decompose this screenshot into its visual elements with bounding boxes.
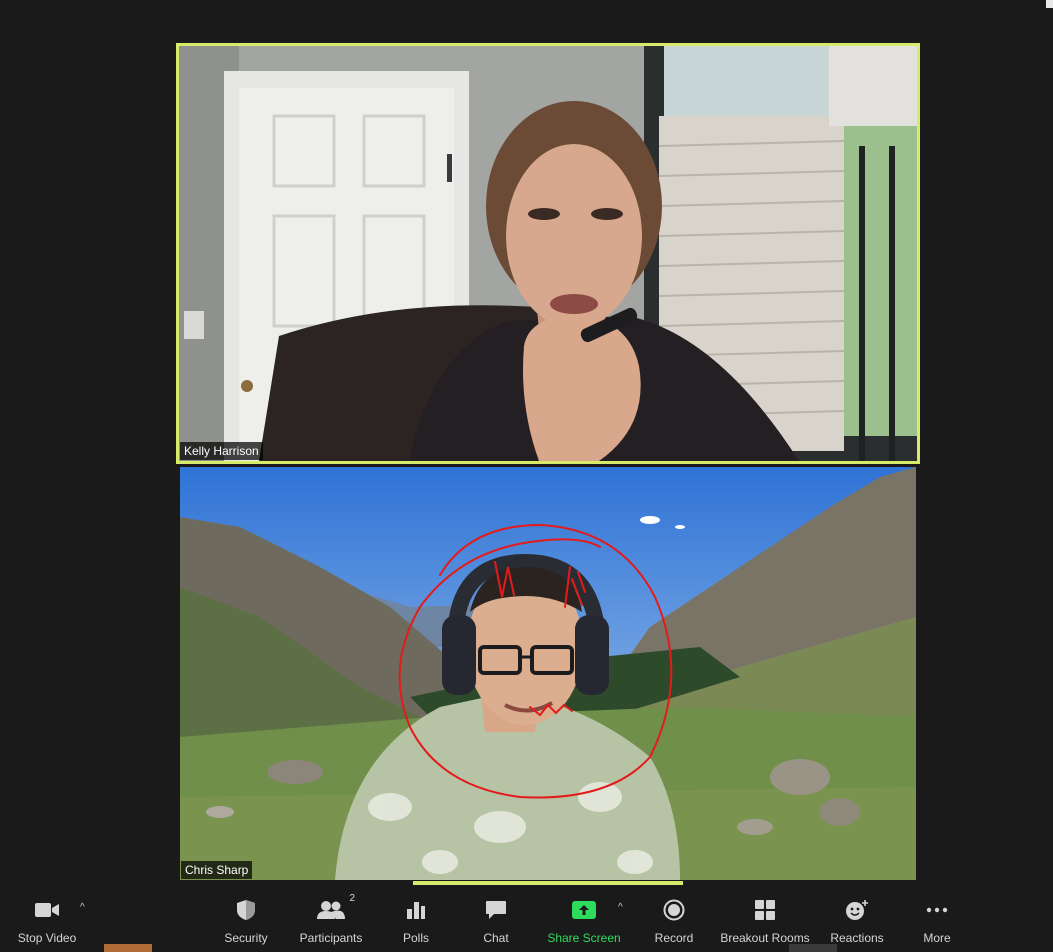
- breakout-rooms-label: Breakout Rooms: [720, 931, 810, 945]
- chat-button[interactable]: Chat: [476, 886, 516, 952]
- share-screen-label: Share Screen: [547, 931, 621, 945]
- reactions-label: Reactions: [830, 931, 884, 945]
- window-corner-indicator: [1046, 0, 1053, 8]
- record-icon: [663, 896, 685, 924]
- breakout-rooms-icon: [754, 896, 776, 924]
- stop-video-label: Stop Video: [17, 931, 77, 945]
- bar-chart-icon: [406, 896, 426, 924]
- video-tile-chris[interactable]: Chris Sharp: [180, 467, 916, 880]
- shield-icon: [236, 896, 256, 924]
- video-options-caret-icon[interactable]: ^: [80, 902, 85, 913]
- reaction-smiley-icon: [845, 896, 869, 924]
- share-screen-button[interactable]: Share Screen: [547, 886, 621, 952]
- breakout-rooms-button[interactable]: Breakout Rooms: [720, 886, 810, 952]
- record-label: Record: [654, 931, 694, 945]
- taskbar-indicator: [789, 944, 837, 952]
- chat-bubble-icon: [485, 896, 507, 924]
- record-button[interactable]: Record: [652, 886, 696, 952]
- chat-label: Chat: [483, 931, 509, 945]
- participants-count: 2: [349, 893, 355, 904]
- video-camera-icon: [34, 896, 60, 924]
- participants-label: Participants: [299, 931, 363, 945]
- participant-name-tag: Chris Sharp: [181, 861, 253, 879]
- video-feed-chris: [180, 467, 916, 880]
- more-button[interactable]: More: [918, 886, 956, 952]
- share-screen-icon: [572, 896, 596, 924]
- participant-name-tag: Kelly Harrison: [180, 442, 263, 460]
- more-label: More: [923, 931, 951, 945]
- share-options-caret-icon[interactable]: ^: [618, 902, 623, 913]
- reactions-button[interactable]: Reactions: [828, 886, 886, 952]
- stop-video-button[interactable]: Stop Video: [14, 886, 80, 952]
- participants-button[interactable]: 2 Participants: [298, 886, 364, 952]
- polls-button[interactable]: Polls: [396, 886, 436, 952]
- active-speaker-indicator: [413, 881, 683, 885]
- people-icon: 2: [317, 893, 355, 924]
- security-button[interactable]: Security: [220, 886, 272, 952]
- ellipsis-icon: [926, 896, 948, 924]
- video-feed-kelly: [179, 46, 917, 461]
- meeting-toolbar: Stop Video ^ Security 2 Participants Pol…: [0, 886, 1053, 952]
- taskbar-app-indicator: [104, 944, 152, 952]
- video-tile-kelly[interactable]: Kelly Harrison: [176, 43, 920, 464]
- security-label: Security: [224, 931, 268, 945]
- polls-label: Polls: [402, 931, 429, 945]
